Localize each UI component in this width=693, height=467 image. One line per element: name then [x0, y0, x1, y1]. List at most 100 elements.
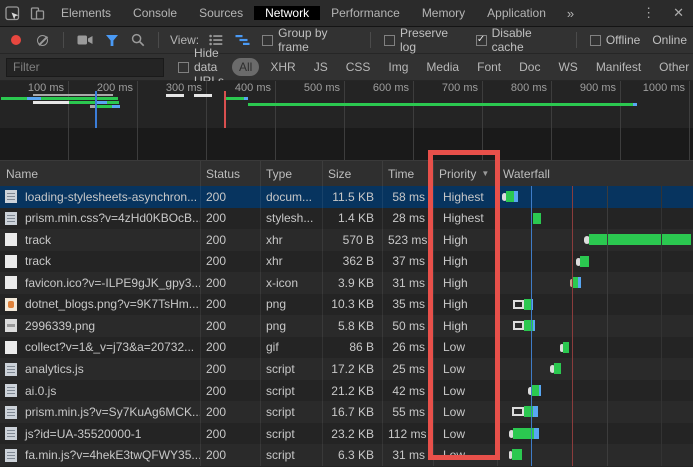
request-name: analytics.js	[25, 362, 84, 376]
load-event-line	[224, 91, 226, 128]
table-row[interactable]: ai.0.js200script21.2 KB42 msLow	[0, 380, 693, 402]
request-name-cell[interactable]: fa.min.js?v=4hekE3twQFWY35...	[0, 448, 200, 462]
column-header-waterfall[interactable]: Waterfall	[497, 167, 693, 181]
request-name-cell[interactable]: collect?v=1&_v=j73&a=20732...	[0, 340, 200, 354]
more-tabs-chevron[interactable]: »	[557, 0, 584, 26]
device-toolbar-icon[interactable]	[25, 0, 50, 26]
table-row[interactable]: prism.min.css?v=4zHd0KBOcB...200stylesh.…	[0, 208, 693, 230]
network-overview-timeline[interactable]: 100 ms200 ms300 ms400 ms500 ms600 ms700 …	[0, 81, 693, 161]
tab-network[interactable]: Network	[254, 6, 320, 20]
group-by-frame-checkbox[interactable]: Group by frame	[262, 26, 357, 54]
capture-screenshots-icon[interactable]	[77, 34, 93, 46]
record-button[interactable]	[11, 35, 21, 45]
plain-icon	[5, 255, 17, 268]
column-header-priority[interactable]: Priority ▼	[433, 167, 497, 181]
checkbox-box[interactable]	[590, 35, 601, 46]
table-row[interactable]: track200xhr362 B37 msHigh	[0, 251, 693, 273]
filter-pill-img[interactable]: Img	[381, 58, 415, 76]
tabbar-spacer	[584, 0, 633, 26]
devtools-menu-icon[interactable]: ⋮	[633, 5, 664, 21]
column-header-time[interactable]: Time	[382, 167, 433, 181]
filter-pill-font[interactable]: Font	[470, 58, 508, 76]
table-row[interactable]: collect?v=1&_v=j73&a=20732...200gif86 B2…	[0, 337, 693, 359]
filter-pill-js[interactable]: JS	[307, 58, 335, 76]
disable-cache-checkbox[interactable]: ✓Disable cache	[476, 26, 563, 54]
filter-funnel-icon[interactable]	[105, 34, 119, 47]
filter-pill-all[interactable]: All	[232, 58, 259, 76]
request-name-cell[interactable]: 2996339.png	[0, 319, 200, 333]
request-time: 25 ms	[382, 362, 433, 376]
request-name-cell[interactable]: track	[0, 233, 200, 247]
clear-requests-icon[interactable]	[37, 35, 48, 46]
table-row[interactable]: favicon.ico?v=-ILPE9gJK_gpy3...200x-icon…	[0, 272, 693, 294]
offline-checkbox[interactable]: Offline	[590, 33, 640, 47]
request-name: prism.min.js?v=Sy7KuAg6MCK...	[25, 405, 200, 419]
request-name-cell[interactable]: dotnet_blogs.png?v=9K7TsHm...	[0, 297, 200, 311]
img-gray-icon	[5, 319, 17, 332]
search-icon[interactable]	[131, 33, 145, 47]
tab-memory[interactable]: Memory	[411, 6, 476, 20]
request-name-cell[interactable]: prism.min.css?v=4zHd0KBOcB...	[0, 211, 200, 225]
request-type: script	[260, 362, 322, 376]
table-row[interactable]: loading-stylesheets-asynchron...200docum…	[0, 186, 693, 208]
request-name-cell[interactable]: analytics.js	[0, 362, 200, 376]
tab-sources[interactable]: Sources	[188, 6, 254, 20]
request-type: xhr	[260, 233, 322, 247]
request-name-cell[interactable]: js?id=UA-35520000-1	[0, 427, 200, 441]
column-header-type[interactable]: Type	[260, 167, 322, 181]
waterfall-bar-segment	[512, 449, 522, 460]
column-header-status[interactable]: Status	[200, 167, 260, 181]
filter-pill-manifest[interactable]: Manifest	[589, 58, 648, 76]
request-name-cell[interactable]: prism.min.js?v=Sy7KuAg6MCK...	[0, 405, 200, 419]
checkbox-box[interactable]	[262, 35, 273, 46]
checkbox-box[interactable]: ✓	[476, 35, 487, 46]
plain-icon	[5, 341, 17, 354]
filter-pill-xhr[interactable]: XHR	[263, 58, 302, 76]
request-name-cell[interactable]: loading-stylesheets-asynchron...	[0, 190, 200, 204]
checkbox-box[interactable]	[384, 35, 395, 46]
inspect-element-icon[interactable]	[0, 0, 25, 26]
table-row[interactable]: analytics.js200script17.2 KB25 msLow	[0, 358, 693, 380]
overview-gridline	[482, 81, 483, 160]
preserve-log-checkbox[interactable]: Preserve log	[384, 26, 464, 54]
tab-elements[interactable]: Elements	[50, 6, 122, 20]
request-name: dotnet_blogs.png?v=9K7TsHm...	[25, 297, 199, 311]
table-row[interactable]: prism.min.js?v=Sy7KuAg6MCK...200script16…	[0, 401, 693, 423]
tab-console[interactable]: Console	[122, 6, 188, 20]
overview-time-label: 700 ms	[420, 82, 478, 94]
throttling-dropdown[interactable]: Online	[652, 33, 687, 47]
request-type: script	[260, 448, 322, 462]
table-row[interactable]: dotnet_blogs.png?v=9K7TsHm...200png10.3 …	[0, 294, 693, 316]
request-priority: Low	[433, 340, 497, 354]
request-type: script	[260, 405, 322, 419]
checkbox-box[interactable]	[178, 62, 189, 73]
filter-input[interactable]	[6, 58, 164, 77]
table-row[interactable]: 2996339.png200png5.8 KB50 msHigh	[0, 315, 693, 337]
column-header-name[interactable]: Name	[0, 167, 200, 181]
tab-performance[interactable]: Performance	[320, 6, 411, 20]
table-row[interactable]: js?id=UA-35520000-1200script23.2 KB112 m…	[0, 423, 693, 445]
filter-pill-ws[interactable]: WS	[551, 58, 584, 76]
request-name-cell[interactable]: track	[0, 254, 200, 268]
table-row[interactable]: fa.min.js?v=4hekE3twQFWY35...200script6.…	[0, 444, 693, 466]
devtools-close-icon[interactable]: ✕	[664, 5, 693, 21]
table-row[interactable]: track200xhr570 B523 msHigh	[0, 229, 693, 251]
overview-gridline	[620, 81, 621, 160]
request-size: 1.4 KB	[322, 211, 382, 225]
tab-application[interactable]: Application	[476, 6, 557, 20]
filter-pill-css[interactable]: CSS	[339, 58, 378, 76]
list-view-icon[interactable]	[209, 34, 223, 46]
request-name-cell[interactable]: favicon.ico?v=-ILPE9gJK_gpy3...	[0, 276, 200, 290]
filter-pill-other[interactable]: Other	[652, 58, 693, 76]
request-size: 86 B	[322, 340, 382, 354]
column-header-size[interactable]: Size	[322, 167, 382, 181]
request-size: 11.5 KB	[322, 190, 382, 204]
filter-pill-media[interactable]: Media	[419, 58, 466, 76]
request-name-cell[interactable]: ai.0.js	[0, 384, 200, 398]
request-priority: Low	[433, 405, 497, 419]
filter-pill-doc[interactable]: Doc	[512, 58, 547, 76]
request-time: 35 ms	[382, 297, 433, 311]
request-priority: Low	[433, 384, 497, 398]
waterfall-view-icon[interactable]	[235, 34, 250, 46]
request-time: 31 ms	[382, 448, 433, 462]
